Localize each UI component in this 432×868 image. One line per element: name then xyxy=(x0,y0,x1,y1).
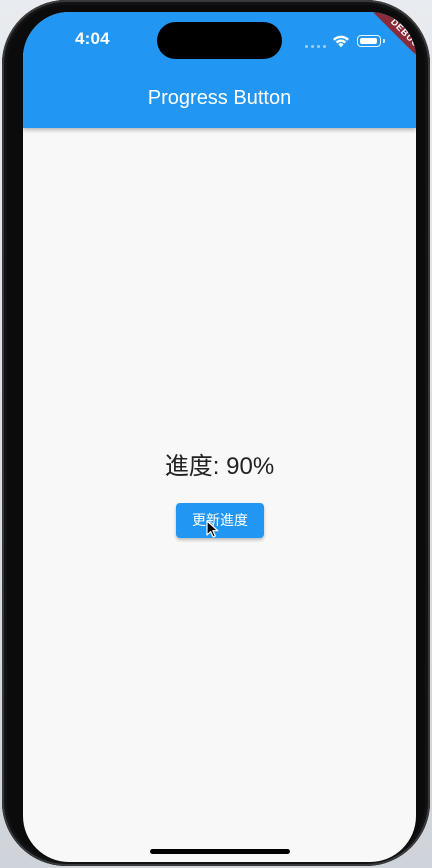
phone-frame: 4:04 Progress Button DEBUG 進度: 90% 更新進度 xyxy=(2,0,430,866)
app-bar: 4:04 Progress Button xyxy=(23,12,416,128)
status-time: 4:04 xyxy=(75,29,110,48)
battery-icon xyxy=(357,35,381,47)
wifi-icon xyxy=(333,35,349,48)
mouse-cursor-icon xyxy=(206,520,219,538)
update-progress-button[interactable]: 更新進度 xyxy=(176,503,264,538)
battery-tip xyxy=(383,39,385,43)
progress-text: 進度: 90% xyxy=(164,453,275,480)
cellular-signal-icon xyxy=(305,42,329,48)
battery-level-fill xyxy=(359,37,377,44)
phone-screen: 4:04 Progress Button DEBUG 進度: 90% 更新進度 xyxy=(23,12,416,862)
home-indicator[interactable] xyxy=(150,849,290,854)
app-bar-title: Progress Button xyxy=(147,87,292,109)
dynamic-island xyxy=(157,22,282,59)
